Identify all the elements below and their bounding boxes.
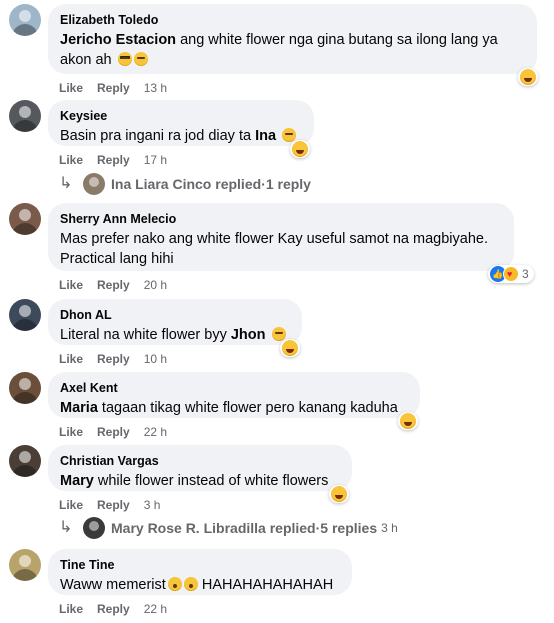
view-replies-link[interactable]: ↳ Mary Rose R. Libradilla replied · 5 re… bbox=[59, 517, 398, 539]
like-button[interactable]: Like bbox=[59, 602, 83, 616]
view-replies-link[interactable]: ↳ Ina Liara Cinco replied · 1 reply bbox=[59, 173, 311, 195]
comment-list: Elizabeth Toledo Jericho Estacion ang wh… bbox=[0, 0, 554, 623]
comment-time[interactable]: 22 h bbox=[144, 602, 167, 616]
reaction-count: 3 bbox=[522, 267, 529, 281]
mention-link[interactable]: Mary bbox=[60, 473, 94, 489]
comment-author[interactable]: Sherry Ann Melecio bbox=[60, 211, 502, 227]
reaction-badge[interactable] bbox=[290, 140, 310, 158]
comment-author[interactable]: Christian Vargas bbox=[60, 453, 340, 469]
reply-button[interactable]: Reply bbox=[97, 81, 130, 95]
comment-actions: Like Reply 20 h bbox=[59, 277, 167, 293]
rofl-emoji-icon bbox=[133, 52, 148, 66]
comment-actions: Like Reply 13 h bbox=[59, 80, 167, 96]
comment-author[interactable]: Dhon AL bbox=[60, 307, 290, 323]
mention-link[interactable]: Ina bbox=[255, 128, 276, 144]
comment-time[interactable]: 17 h bbox=[144, 153, 167, 167]
wow-emoji-icon bbox=[183, 577, 198, 591]
comment-actions: Like Reply 10 h bbox=[59, 351, 167, 367]
like-button[interactable]: Like bbox=[59, 352, 83, 366]
comment-text: Jericho Estacion ang white flower nga gi… bbox=[60, 32, 498, 68]
avatar[interactable] bbox=[9, 445, 41, 477]
like-button[interactable]: Like bbox=[59, 81, 83, 95]
comment-author[interactable]: Axel Kent bbox=[60, 380, 408, 396]
comment-bubble: Elizabeth Toledo Jericho Estacion ang wh… bbox=[48, 4, 537, 74]
comment-actions: Like Reply 22 h bbox=[59, 601, 167, 617]
comment-bubble: Axel Kent Maria tagaan tikag white flowe… bbox=[48, 372, 420, 418]
avatar[interactable] bbox=[9, 372, 41, 404]
reaction-badge[interactable] bbox=[329, 485, 349, 503]
comment-text: Maria tagaan tikag white flower pero kan… bbox=[60, 400, 398, 416]
comment-actions: Like Reply 3 h bbox=[59, 497, 160, 513]
reply-button[interactable]: Reply bbox=[97, 425, 130, 439]
comment-time[interactable]: 3 h bbox=[144, 498, 161, 512]
comment-text: Literal na white flower byy Jhon bbox=[60, 325, 290, 345]
comment-bubble: Keysiee Basin pra ingani ra jod diay ta … bbox=[48, 100, 314, 146]
avatar[interactable] bbox=[9, 4, 41, 36]
comment-time[interactable]: 13 h bbox=[144, 81, 167, 95]
comment-author[interactable]: Keysiee bbox=[60, 108, 302, 124]
avatar[interactable] bbox=[9, 100, 41, 132]
reply-arrow-icon: ↳ bbox=[59, 175, 73, 192]
avatar[interactable] bbox=[9, 549, 41, 581]
reaction-badge[interactable] bbox=[280, 339, 300, 357]
reaction-badge[interactable] bbox=[518, 68, 538, 86]
haha-reaction-icon bbox=[400, 413, 416, 429]
wow-emoji-icon bbox=[167, 577, 182, 591]
comment-actions: Like Reply 22 h bbox=[59, 424, 167, 440]
laughing-emoji-icon bbox=[271, 327, 286, 341]
reply-button[interactable]: Reply bbox=[97, 352, 130, 366]
haha-reaction-icon bbox=[292, 141, 308, 157]
comment-bubble: Tine Tine Waww memerist HAHAHAHAHAHAH bbox=[48, 549, 352, 595]
care-reaction-icon bbox=[503, 266, 519, 282]
reaction-badge[interactable]: 👍3 bbox=[488, 265, 534, 283]
haha-reaction-icon bbox=[331, 486, 347, 502]
comment-text: Basin pra ingani ra jod diay ta Ina bbox=[60, 126, 302, 146]
rofl-emoji-icon bbox=[282, 128, 297, 142]
like-button[interactable]: Like bbox=[59, 278, 83, 292]
avatar[interactable] bbox=[9, 203, 41, 235]
comment-text: Waww memerist HAHAHAHAHAHAH bbox=[60, 577, 334, 593]
comment-bubble: Christian Vargas Mary while flower inste… bbox=[48, 445, 352, 491]
comment-bubble: Dhon AL Literal na white flower byy Jhon bbox=[48, 299, 302, 345]
like-button[interactable]: Like bbox=[59, 425, 83, 439]
like-button[interactable]: Like bbox=[59, 153, 83, 167]
comment-text: Mas prefer nako ang white flower Kay use… bbox=[60, 231, 488, 267]
reply-avatar bbox=[83, 517, 105, 539]
reply-button[interactable]: Reply bbox=[97, 602, 130, 616]
haha-reaction-icon bbox=[520, 69, 536, 85]
reply-button[interactable]: Reply bbox=[97, 153, 130, 167]
comment-text: Mary while flower instead of white flowe… bbox=[60, 473, 329, 489]
reply-avatar bbox=[83, 173, 105, 195]
reply-arrow-icon: ↳ bbox=[59, 519, 73, 536]
haha-reaction-icon bbox=[282, 340, 298, 356]
avatar[interactable] bbox=[9, 299, 41, 331]
comment-bubble: Sherry Ann Melecio Mas prefer nako ang w… bbox=[48, 203, 514, 271]
comment-time[interactable]: 10 h bbox=[144, 352, 167, 366]
reply-button[interactable]: Reply bbox=[97, 278, 130, 292]
reply-button[interactable]: Reply bbox=[97, 498, 130, 512]
comment-time[interactable]: 20 h bbox=[144, 278, 167, 292]
mention-link[interactable]: Jericho Estacion bbox=[60, 32, 176, 48]
like-button[interactable]: Like bbox=[59, 498, 83, 512]
comment-author[interactable]: Elizabeth Toledo bbox=[60, 12, 525, 28]
mention-link[interactable]: Maria bbox=[60, 400, 98, 416]
comment-time[interactable]: 22 h bbox=[144, 425, 167, 439]
comment-actions: Like Reply 17 h bbox=[59, 152, 167, 168]
mention-link[interactable]: Jhon bbox=[231, 327, 266, 343]
comment-author[interactable]: Tine Tine bbox=[60, 557, 340, 573]
cool-emoji-icon bbox=[117, 52, 132, 66]
reaction-badge[interactable] bbox=[398, 412, 418, 430]
